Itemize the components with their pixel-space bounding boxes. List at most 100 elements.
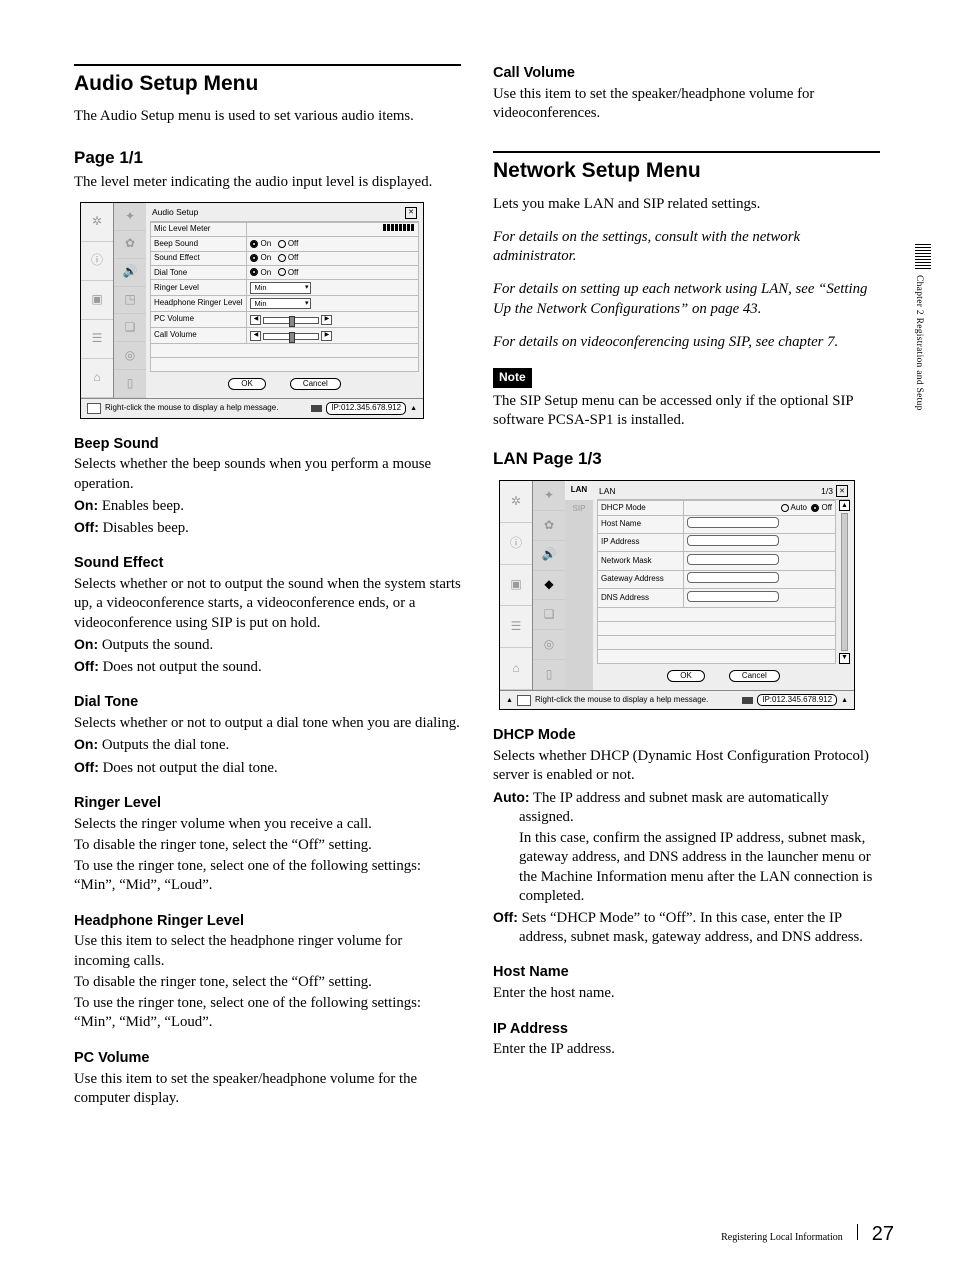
row-mic-label: Mic Level Meter bbox=[151, 222, 247, 236]
callvol-heading: Call Volume bbox=[493, 64, 880, 83]
ringer-heading: Ringer Level bbox=[74, 794, 461, 813]
lan-screenshot: ✲ ⓘ ▣ ☰ ⌂ ✦ ✿ 🔊 ◆ ❏ ◎ ▯ bbox=[499, 480, 855, 710]
rail-icon: 🔊 bbox=[114, 259, 146, 287]
rail-icon: ▯ bbox=[533, 660, 565, 690]
note-text: The SIP Setup menu can be accessed only … bbox=[493, 392, 880, 430]
row-gw-label: Gateway Address bbox=[598, 570, 684, 588]
dhcp-off: Off: Sets “DHCP Mode” to “Off”. In this … bbox=[493, 908, 880, 947]
hpringer-l3: To use the ringer tone, select one of th… bbox=[74, 994, 461, 1032]
page-indicator: 1/3 bbox=[821, 486, 833, 497]
page-number: 27 bbox=[872, 1223, 894, 1246]
se-off: Off: Does not output the sound. bbox=[74, 657, 461, 677]
ok-button[interactable]: OK bbox=[667, 670, 705, 682]
se-heading: Sound Effect bbox=[74, 554, 461, 573]
close-icon[interactable]: ✕ bbox=[405, 207, 417, 219]
beep-on: On: Enables beep. bbox=[74, 496, 461, 516]
row-mask-value[interactable] bbox=[683, 552, 835, 570]
rail-icon: ◎ bbox=[533, 630, 565, 660]
lan-form-table: DHCP Mode Auto Off Host Name IP Address … bbox=[597, 500, 836, 663]
network-setup-icon: ◆ bbox=[533, 571, 565, 601]
tab-lan[interactable]: LAN bbox=[565, 481, 593, 499]
pcvol-heading: PC Volume bbox=[74, 1049, 461, 1068]
cancel-button[interactable]: Cancel bbox=[290, 378, 341, 390]
row-ringer-value[interactable]: Min bbox=[247, 280, 419, 296]
pcvol-text: Use this item to set the speaker/headpho… bbox=[74, 1070, 461, 1108]
network-italic2: For details on setting up each network u… bbox=[493, 280, 880, 318]
dhcp-heading: DHCP Mode bbox=[493, 726, 880, 745]
audio-heading: Audio Setup Menu bbox=[74, 64, 461, 97]
page-up-icon[interactable]: ▲ bbox=[839, 500, 850, 511]
se-text: Selects whether or not to output the sou… bbox=[74, 575, 461, 633]
network-italic3: For details on videoconferencing using S… bbox=[493, 333, 880, 352]
ipaddr-text: Enter the IP address. bbox=[493, 1040, 880, 1059]
row-gw-value[interactable] bbox=[683, 570, 835, 588]
note-label: Note bbox=[493, 368, 532, 388]
rail-icon: ◎ bbox=[114, 342, 146, 370]
row-dns-label: DNS Address bbox=[598, 589, 684, 607]
row-dns-value[interactable] bbox=[683, 589, 835, 607]
tab-hatching bbox=[914, 244, 932, 269]
hpringer-heading: Headphone Ringer Level bbox=[74, 912, 461, 931]
row-ip-label: IP Address bbox=[598, 533, 684, 551]
row-dhcp-value[interactable]: Auto Off bbox=[683, 501, 835, 515]
shot-rail-primary: ✲ ⓘ ▣ ☰ ⌂ bbox=[500, 481, 533, 690]
row-pcvol-value[interactable]: ◀▶ bbox=[247, 311, 419, 327]
page: Chapter 2 Registration and Setup Audio S… bbox=[0, 0, 954, 1274]
dial-heading: Dial Tone bbox=[74, 693, 461, 712]
beep-heading: Beep Sound bbox=[74, 435, 461, 454]
dial-text: Selects whether or not to output a dial … bbox=[74, 714, 461, 733]
row-beep-value[interactable]: On Off bbox=[247, 237, 419, 251]
up-triangle-icon[interactable]: ▲ bbox=[410, 404, 417, 413]
network-intro: Lets you make LAN and SIP related settin… bbox=[493, 195, 880, 214]
up-triangle-icon[interactable]: ▲ bbox=[506, 696, 513, 705]
rail-icon: ✦ bbox=[114, 203, 146, 231]
ringer-l2: To disable the ringer tone, select the “… bbox=[74, 836, 461, 855]
left-column: Audio Setup Menu The Audio Setup menu is… bbox=[74, 64, 461, 1110]
keyboard-icon bbox=[742, 697, 753, 704]
host-text: Enter the host name. bbox=[493, 984, 880, 1003]
callvol-text: Use this item to set the speaker/headpho… bbox=[493, 85, 880, 123]
rail-icon: ☰ bbox=[81, 320, 113, 359]
rail-icon: ▣ bbox=[81, 281, 113, 320]
up-triangle-icon[interactable]: ▲ bbox=[841, 696, 848, 705]
rail-icon: ▣ bbox=[500, 565, 532, 607]
rail-icon: ⓘ bbox=[81, 242, 113, 281]
rail-icon: ✿ bbox=[114, 231, 146, 259]
ip-indicator: IP:012.345.678.912 bbox=[757, 694, 837, 706]
ipaddr-heading: IP Address bbox=[493, 1020, 880, 1039]
ip-indicator: IP:012.345.678.912 bbox=[326, 402, 406, 414]
footer-title: Registering Local Information bbox=[721, 1232, 843, 1243]
status-icon bbox=[87, 403, 101, 414]
rail-icon: 🔊 bbox=[533, 541, 565, 571]
beep-off: Off: Disables beep. bbox=[74, 518, 461, 538]
row-hpringer-label: Headphone Ringer Level bbox=[151, 296, 247, 312]
beep-text: Selects whether the beep sounds when you… bbox=[74, 455, 461, 493]
audio-page-heading: Page 1/1 bbox=[74, 147, 461, 169]
ok-button[interactable]: OK bbox=[228, 378, 266, 390]
row-beep-label: Beep Sound bbox=[151, 237, 247, 251]
row-mask-label: Network Mask bbox=[598, 552, 684, 570]
rail-icon: ⓘ bbox=[500, 523, 532, 565]
page-down-icon[interactable]: ▼ bbox=[839, 653, 850, 664]
row-hpringer-value[interactable]: Min bbox=[247, 296, 419, 312]
cancel-button[interactable]: Cancel bbox=[729, 670, 780, 682]
ringer-l1: Selects the ringer volume when you recei… bbox=[74, 815, 461, 834]
row-ip-value[interactable] bbox=[683, 533, 835, 551]
tab-sip[interactable]: SIP bbox=[565, 500, 593, 518]
row-callvol-value[interactable]: ◀▶ bbox=[247, 327, 419, 343]
row-se-value[interactable]: On Off bbox=[247, 251, 419, 265]
row-host-value[interactable] bbox=[683, 515, 835, 533]
se-on: On: Outputs the sound. bbox=[74, 635, 461, 655]
right-column: Call Volume Use this item to set the spe… bbox=[493, 64, 880, 1110]
row-dial-value[interactable]: On Off bbox=[247, 266, 419, 280]
row-dhcp-label: DHCP Mode bbox=[598, 501, 684, 515]
hpringer-l1: Use this item to select the headphone ri… bbox=[74, 932, 461, 970]
close-icon[interactable]: ✕ bbox=[836, 485, 848, 497]
shot-title: Audio Setup bbox=[152, 207, 198, 218]
row-dial-label: Dial Tone bbox=[151, 266, 247, 280]
row-mic-value bbox=[247, 222, 419, 236]
lan-page-heading: LAN Page 1/3 bbox=[493, 448, 880, 470]
row-host-label: Host Name bbox=[598, 515, 684, 533]
row-se-label: Sound Effect bbox=[151, 251, 247, 265]
dhcp-auto-1: Auto: The IP address and subnet mask are… bbox=[493, 788, 880, 827]
